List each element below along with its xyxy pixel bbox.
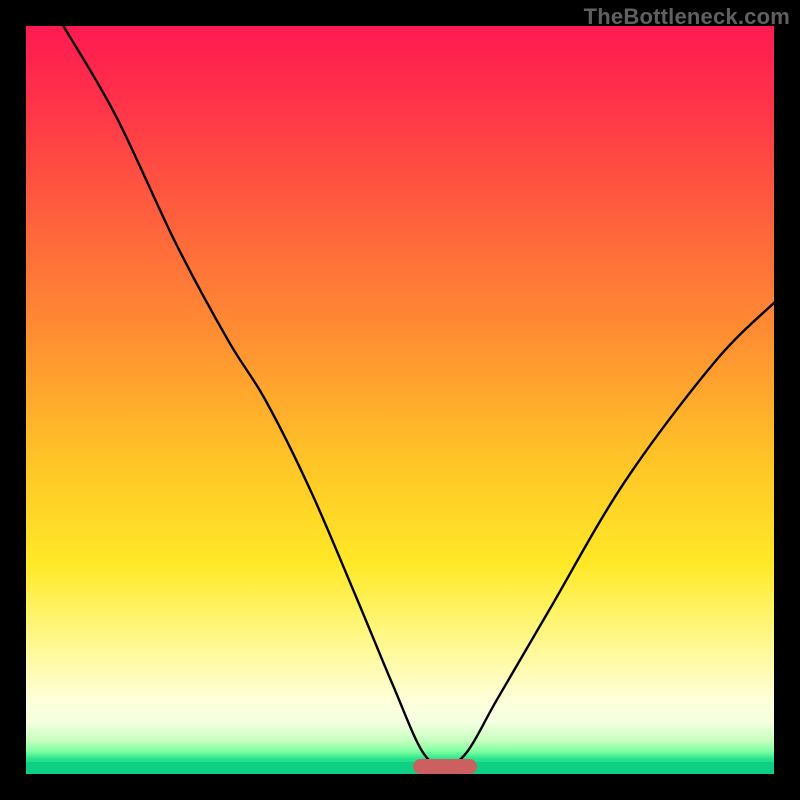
watermark-text: TheBottleneck.com [584, 4, 790, 30]
bottleneck-curve [26, 26, 774, 774]
plot-area [26, 26, 774, 774]
chart-frame: TheBottleneck.com [0, 0, 800, 800]
optimal-point-marker [413, 759, 477, 774]
